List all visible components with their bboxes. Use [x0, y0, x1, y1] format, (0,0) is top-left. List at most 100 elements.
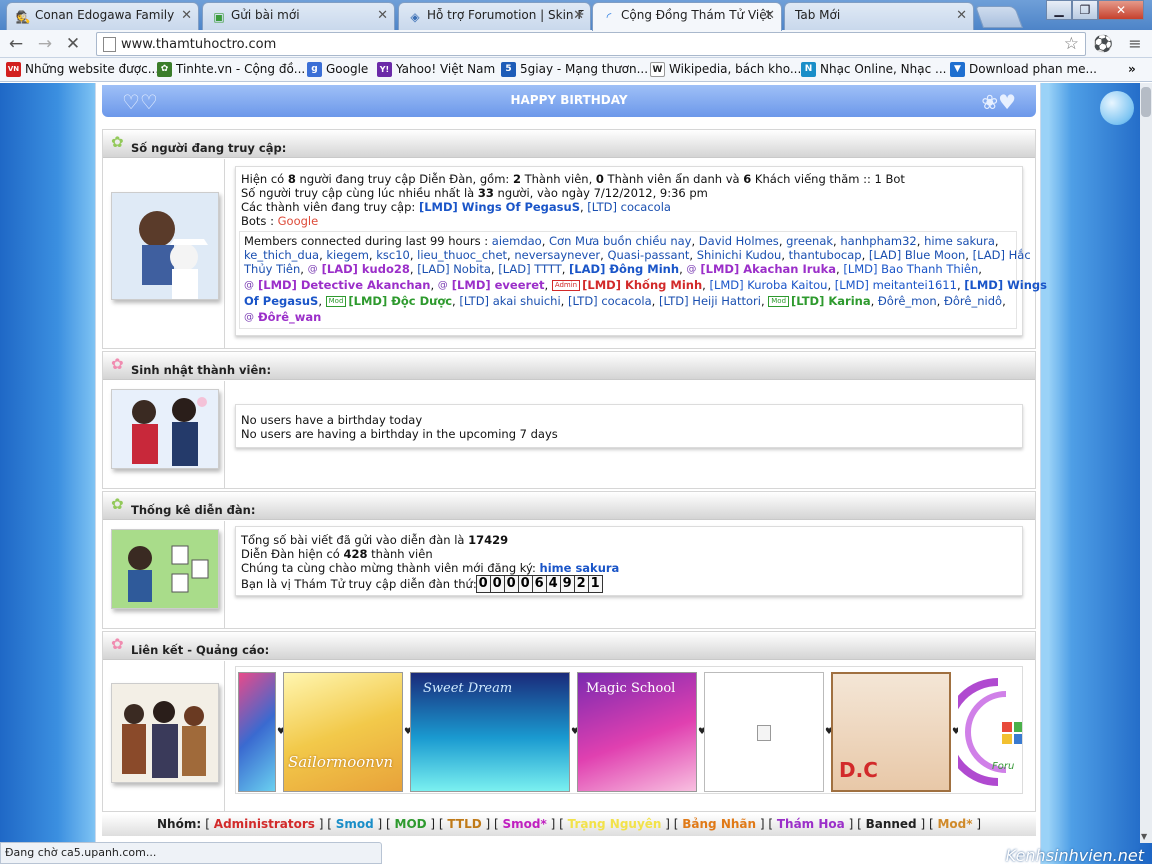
member-link[interactable]: [LMD] Bao Thanh Thiên [843, 262, 978, 276]
member-link[interactable]: [LAD] Blue Moon [869, 248, 965, 262]
member-link[interactable]: [LMD] Khống Minh [582, 278, 702, 292]
bookmark-item[interactable]: ▼ Download phan me... [950, 62, 1097, 77]
menu-icon[interactable]: ≡ [1124, 33, 1146, 55]
member-link[interactable]: Đôrê_nidô [944, 294, 1002, 308]
ad-banner[interactable]: Sweet Dream [410, 672, 570, 792]
scrollbar[interactable]: ▼ [1140, 83, 1152, 843]
member-link[interactable]: David Holmes [699, 234, 779, 248]
member-link[interactable]: [LAD] Đông Minh [569, 262, 679, 276]
member-link[interactable]: [LMD] eveeret [452, 278, 545, 292]
close-icon[interactable]: ✕ [377, 8, 388, 23]
tab-ho-tro-forumotion[interactable]: ◈ Hỗ trợ Forumotion | Skin F ✕ [398, 2, 591, 30]
member-link[interactable]: hime sakura [924, 234, 995, 248]
separator-text: , [679, 262, 687, 276]
member-link[interactable]: Thủy Tiên [244, 262, 300, 276]
member-link[interactable]: aiemdao [492, 234, 542, 248]
close-icon[interactable]: ✕ [764, 8, 775, 23]
member-link[interactable]: Đôrê_mon [878, 294, 937, 308]
member-link[interactable]: lieu_thuoc_chet [417, 248, 507, 262]
forward-arrow-icon[interactable]: → [34, 33, 56, 55]
address-bar[interactable]: www.thamtuhoctro.com ☆ [96, 32, 1086, 56]
member-link[interactable]: [LAD] Hắc [973, 248, 1031, 262]
star-icon[interactable]: ☆ [1064, 34, 1079, 54]
member-link[interactable]: [LMD] Wings [964, 278, 1047, 292]
tab-conan-family[interactable]: 🕵 Conan Edogawa Family ✕ [6, 2, 199, 30]
bookmark-item[interactable]: 5 5giay - Mạng thươn... [501, 62, 648, 77]
bookmark-item[interactable]: ✿ Tinhte.vn - Cộng đồ... [157, 62, 305, 77]
member-link[interactable]: Cơn Mưa buồn chiều nay [549, 234, 691, 248]
close-icon[interactable]: ✕ [573, 8, 584, 23]
group-link[interactable]: Smod [336, 817, 374, 831]
member-link[interactable]: [LMD] Wings Of PegasuS [419, 200, 580, 214]
member-link[interactable]: neversaynever [514, 248, 600, 262]
forum-stats-section: ✿ Thống kê diễn đàn: Tổng số bài viết đã … [102, 491, 1036, 629]
newest-member-link[interactable]: hime sakura [540, 561, 620, 575]
max-online-line: Số người truy cập cùng lúc nhiều nhất là… [241, 186, 708, 200]
group-link[interactable]: Thám Hoa [777, 817, 845, 831]
member-link[interactable]: greenak [786, 234, 833, 248]
member-link[interactable]: [LMD] Kuroba Kaitou [709, 278, 827, 292]
minimize-button[interactable]: ▁ [1046, 0, 1072, 20]
counter-digit: 4 [545, 575, 561, 593]
new-tab-button[interactable] [974, 6, 1024, 28]
ad-banner[interactable]: Foru [958, 672, 1022, 792]
group-link[interactable]: Bảng Nhãn [682, 817, 756, 831]
group-link[interactable]: Smod* [503, 817, 547, 831]
member-link[interactable]: Đôrê_wan [258, 310, 321, 324]
soccer-ball-icon[interactable]: ⚽ [1092, 33, 1114, 55]
5giay-icon: 5 [501, 62, 516, 77]
close-icon[interactable]: ✕ [956, 8, 967, 23]
bookmark-item[interactable]: N Nhạc Online, Nhạc ... [801, 62, 946, 77]
member-link[interactable]: ke_thich_dua [244, 248, 319, 262]
member-link[interactable]: [LTD] cocacola [568, 294, 652, 308]
member-link[interactable]: thantubocap [789, 248, 862, 262]
bookmark-item[interactable]: VN Những website được... [6, 62, 159, 77]
counter-digit: 0 [517, 575, 533, 593]
ad-banner[interactable]: Sailormoonvn [283, 672, 403, 792]
tab-new[interactable]: Tab Mới ✕ [784, 2, 974, 30]
member-link[interactable]: [LAD] kudo28 [322, 262, 410, 276]
bookmark-item[interactable]: Y! Yahoo! Việt Nam [377, 62, 495, 77]
member-link[interactable]: [LMD] meitantei1611 [835, 278, 957, 292]
member-link[interactable]: [LTD] cocacola [587, 200, 671, 214]
ad-banner[interactable]: D.C [831, 672, 951, 792]
close-icon[interactable]: ✕ [181, 8, 192, 23]
flower-icon: ✿ [111, 495, 124, 513]
group-link[interactable]: Banned [866, 817, 917, 831]
member-link[interactable]: Shinichi Kudou [697, 248, 782, 262]
bookmark-item[interactable]: g Google [307, 62, 368, 77]
back-arrow-icon[interactable]: ← [5, 33, 27, 55]
chevron-right-icon[interactable]: » [1128, 62, 1136, 76]
member-link[interactable]: [LTD] Heiji Hattori [659, 294, 761, 308]
group-link[interactable]: Trạng Nguyên [568, 817, 662, 831]
member-link[interactable]: Of PegasuS [244, 294, 318, 308]
ad-banner[interactable]: Magic School [577, 672, 697, 792]
close-window-button[interactable]: ✕ [1098, 0, 1144, 20]
member-link[interactable]: [LTD] Karina [791, 294, 871, 308]
member-link[interactable]: [LTD] akai shuichi [459, 294, 560, 308]
member-link[interactable]: hanhpham32 [840, 234, 916, 248]
member-link[interactable]: [LMD] Akachan Iruka [700, 262, 836, 276]
member-link[interactable]: Quasi-passant [607, 248, 689, 262]
scrollbar-thumb[interactable] [1141, 87, 1151, 117]
member-link[interactable]: kiegem [326, 248, 369, 262]
url-text[interactable]: www.thamtuhoctro.com [121, 37, 276, 52]
broken-image-icon [757, 725, 771, 741]
group-link[interactable]: Mod* [937, 817, 972, 831]
restore-button[interactable]: ❐ [1072, 0, 1098, 20]
ad-banner-broken[interactable] [704, 672, 824, 792]
tab-cong-dong-tham-tu[interactable]: ◜ Cộng Đồng Thám Tử Việt ✕ [592, 2, 782, 31]
member-link[interactable]: [LAD] TTTT [498, 262, 562, 276]
member-link[interactable]: ksc10 [376, 248, 410, 262]
group-link[interactable]: Administrators [214, 817, 315, 831]
member-link[interactable]: [LMD] Độc Dược [348, 294, 452, 308]
group-link[interactable]: TTLD [447, 817, 481, 831]
tab-gui-bai-moi[interactable]: ▣ Gửi bài mới ✕ [202, 2, 395, 30]
group-link[interactable]: MOD [395, 817, 427, 831]
scroll-down-arrow-icon[interactable]: ▼ [1141, 832, 1147, 841]
stop-icon[interactable]: ✕ [62, 33, 84, 55]
bookmark-item[interactable]: W Wikipedia, bách kho... [650, 62, 801, 77]
ad-banner[interactable] [238, 672, 276, 792]
member-link[interactable]: [LMD] Detective Akanchan [258, 278, 430, 292]
member-link[interactable]: [LAD] Nobita [417, 262, 491, 276]
